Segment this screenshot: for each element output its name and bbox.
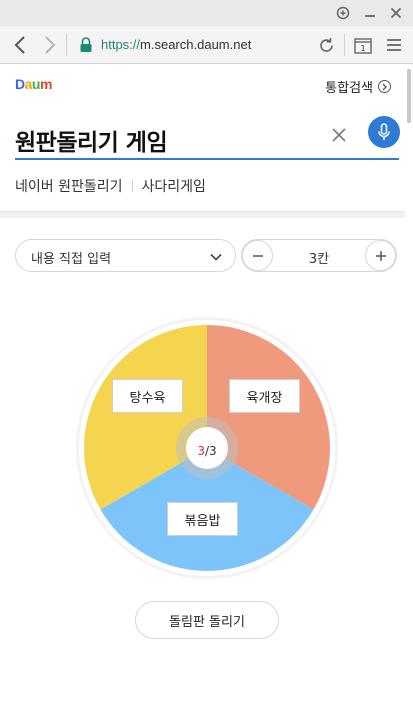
forward-icon[interactable]	[40, 35, 60, 55]
stepper-value: 3칸	[308, 252, 330, 267]
segment-label: 볶음밥	[167, 502, 238, 536]
browser-titlebar	[0, 0, 413, 26]
segment-count-stepper: 3칸	[241, 239, 397, 272]
back-icon[interactable]	[10, 35, 30, 55]
daum-logo[interactable]: Daum	[15, 76, 52, 92]
tab-count: 1	[360, 44, 365, 53]
related-search-item[interactable]: 사다리게임	[142, 176, 206, 196]
zoom-icon[interactable]	[333, 3, 353, 23]
divider	[344, 34, 345, 56]
lock-icon	[79, 37, 93, 57]
minimize-icon[interactable]	[360, 3, 380, 23]
divider	[131, 180, 133, 192]
minus-icon	[252, 254, 263, 257]
related-search-item[interactable]: 네이버 원판돌리기	[15, 176, 123, 196]
menu-icon[interactable]	[384, 35, 404, 55]
segment-label: 탕수육	[112, 379, 183, 413]
browser-address-bar: https://m.search.daum.net 1	[0, 26, 413, 64]
divider	[66, 34, 67, 56]
spin-wheel-button[interactable]: 돌림판 돌리기	[135, 601, 279, 639]
integrated-search-label: 통합검색	[325, 81, 373, 96]
chevron-down-icon	[209, 249, 223, 263]
segment-label: 육개장	[229, 379, 300, 413]
tabs-icon[interactable]: 1	[352, 35, 374, 55]
scrollbar-thumb[interactable]	[407, 69, 411, 123]
url-field[interactable]: https://m.search.daum.net	[71, 30, 341, 60]
hub-counter: 3/3	[197, 444, 217, 458]
page-scrollbar[interactable]	[406, 65, 412, 705]
clear-icon[interactable]	[330, 126, 348, 144]
reload-icon[interactable]	[316, 35, 336, 55]
close-window-icon[interactable]	[386, 3, 406, 23]
section-divider	[0, 211, 405, 218]
url-text: https://m.search.daum.net	[101, 37, 252, 52]
search-box: 원판돌리기 게임	[15, 112, 400, 160]
plus-button[interactable]	[365, 240, 396, 271]
integrated-search-link[interactable]: 통합검색	[325, 77, 391, 96]
related-searches: 네이버 원판돌리기 사다리게임	[15, 176, 206, 196]
search-input[interactable]: 원판돌리기 게임	[15, 123, 168, 157]
chevron-right-icon	[378, 80, 391, 93]
minus-button[interactable]	[242, 240, 273, 271]
select-value: 내용 직접 입력	[31, 252, 112, 267]
voice-search-button[interactable]	[368, 116, 400, 148]
content-select[interactable]: 내용 직접 입력	[15, 239, 236, 272]
plus-icon	[375, 250, 386, 261]
microphone-icon	[378, 123, 390, 140]
